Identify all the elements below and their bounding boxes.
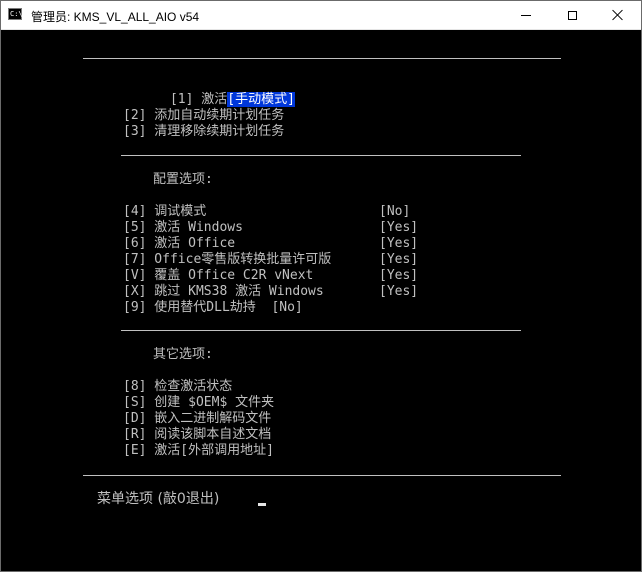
separator-top [83,58,561,59]
config-value-retail-to-volume: [Yes] [379,252,419,267]
config-value-skip-kms38: [Yes] [379,284,419,299]
close-icon [612,9,624,21]
maximize-icon [567,10,577,20]
config-value-office: [Yes] [379,236,419,251]
menu-item-add-renewal: [2] 添加自动续期计划任务 [123,108,285,123]
menu-item-clear-renewal: [3] 清理移除续期计划任务 [123,124,285,139]
menu-prompt: 菜单选项 (敲0退出) [97,491,220,507]
minimize-icon [521,14,531,16]
config-item-office: [6] 激活 Office [123,236,236,251]
other-heading: 其它选项: [153,347,213,362]
config-item-skip-kms38: [X] 跳过 KMS38 激活 Windows [123,284,324,299]
other-item-external-activate: [E] 激活[外部调用地址] [123,443,274,458]
maximize-button[interactable] [549,1,595,29]
separator-bottom [83,475,561,476]
config-item-alt-dll: [9] 使用替代DLL劫持 [No] [123,300,303,315]
menu-item-activate-label: [1] 激活 [169,92,228,107]
console-app-icon-label: C:\ [10,10,23,18]
console-output[interactable]: [1] 激活[手动模式] [2] 添加自动续期计划任务 [3] 清理移除续期计划… [1,30,641,571]
config-item-windows: [5] 激活 Windows [123,220,243,235]
config-value-windows: [Yes] [379,220,419,235]
text-cursor[interactable] [258,503,266,506]
config-heading: 配置选项: [153,172,213,187]
other-item-create-oem: [S] 创建 $OEM$ 文件夹 [123,395,275,410]
separator-config [121,155,521,156]
other-item-embed-decoder: [D] 嵌入二进制解码文件 [123,411,272,426]
activate-mode-highlight: [手动模式] [227,92,295,107]
other-item-readme: [R] 阅读该脚本自述文档 [123,427,272,442]
config-item-c2r-vnext: [V] 覆盖 Office C2R vNext [123,268,314,283]
close-button[interactable] [595,1,641,29]
config-value-c2r-vnext: [Yes] [379,268,419,283]
minimize-button[interactable] [503,1,549,29]
config-value-debug: [No] [379,204,411,219]
console-app-icon[interactable]: C:\ [8,8,23,20]
config-item-retail-to-volume: [7] Office零售版转换批量许可版 [123,252,332,267]
config-item-debug: [4] 调试模式 [123,204,207,219]
separator-other [121,330,521,331]
title-bar[interactable]: C:\ 管理员: KMS_VL_ALL_AIO v54 [1,1,641,30]
window-title: 管理员: KMS_VL_ALL_AIO v54 [31,10,200,24]
other-item-check-status: [8] 检查激活状态 [123,379,233,394]
console-window: C:\ 管理员: KMS_VL_ALL_AIO v54 [1] 激活[手动模式]… [0,0,642,572]
